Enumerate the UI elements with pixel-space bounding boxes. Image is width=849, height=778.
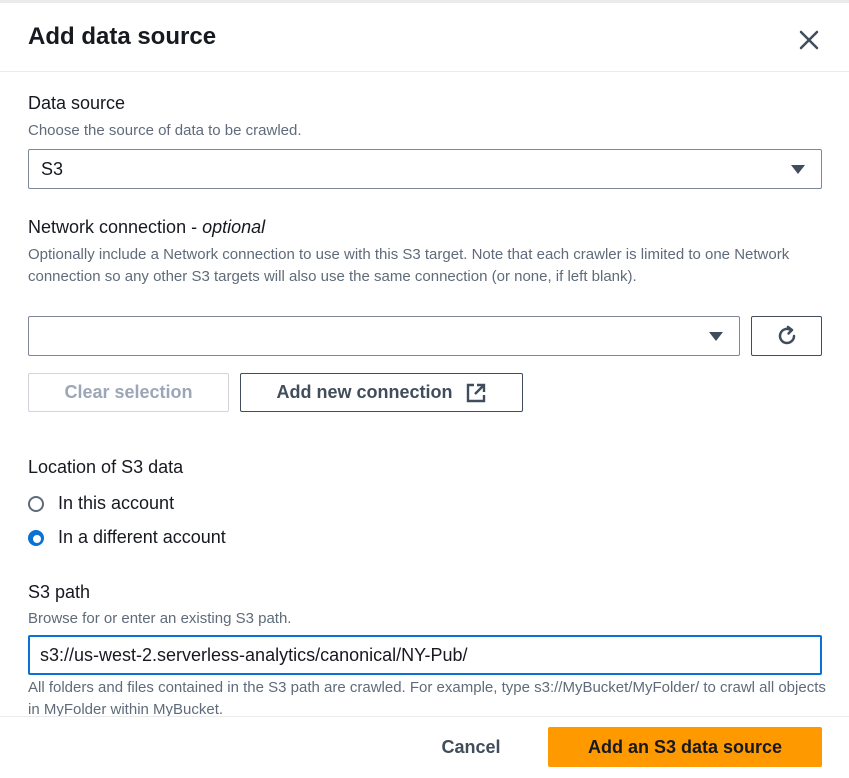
radio-this-account[interactable]: In this account: [28, 493, 174, 514]
refresh-button[interactable]: [751, 316, 822, 356]
network-connection-description: Optionally include a Network connection …: [28, 246, 790, 285]
data-source-value: S3: [41, 159, 64, 179]
external-link-icon: [466, 383, 485, 402]
optional-tag: optional: [202, 217, 266, 237]
refresh-icon: [778, 325, 795, 345]
dialog-footer: Cancel Add an S3 data source: [0, 716, 849, 778]
dialog-body: Data source Choose the source of data to…: [0, 72, 849, 716]
data-source-description: Choose the source of data to be crawled.: [28, 122, 302, 139]
radio-button-checked[interactable]: [28, 529, 44, 546]
location-label: Location of S3 data: [28, 457, 184, 477]
add-new-connection-button[interactable]: Add new connection: [240, 373, 523, 412]
radio-button[interactable]: [28, 495, 44, 512]
add-new-connection-label: Add new connection: [276, 382, 453, 402]
radio-different-account[interactable]: In a different account: [28, 527, 226, 548]
s3-path-input[interactable]: [28, 635, 822, 675]
network-connection-select[interactable]: [28, 316, 740, 356]
s3-path-hint: All folders and files contained in the S…: [28, 679, 826, 716]
s3-path-description: Browse for or enter an existing S3 path.: [28, 610, 292, 627]
s3-path-label: S3 path: [28, 582, 91, 602]
clear-selection-button[interactable]: Clear selection: [28, 373, 229, 412]
cancel-button[interactable]: Cancel: [426, 727, 516, 767]
network-connection-label: Network connection - optional: [28, 217, 265, 238]
add-s3-data-source-button[interactable]: Add an S3 data source: [548, 727, 822, 767]
data-source-select[interactable]: S3: [28, 149, 822, 189]
network-connection-label-text: Network connection -: [28, 217, 203, 237]
radio-label: In a different account: [58, 527, 226, 547]
radio-label: In this account: [58, 493, 175, 513]
chevron-down-icon: [791, 165, 805, 174]
chevron-down-icon: [709, 332, 723, 341]
dialog-header: Add data source: [0, 3, 849, 72]
data-source-label: Data source: [28, 93, 126, 113]
dialog-title: Add data source: [28, 23, 217, 50]
close-icon[interactable]: [796, 27, 822, 53]
